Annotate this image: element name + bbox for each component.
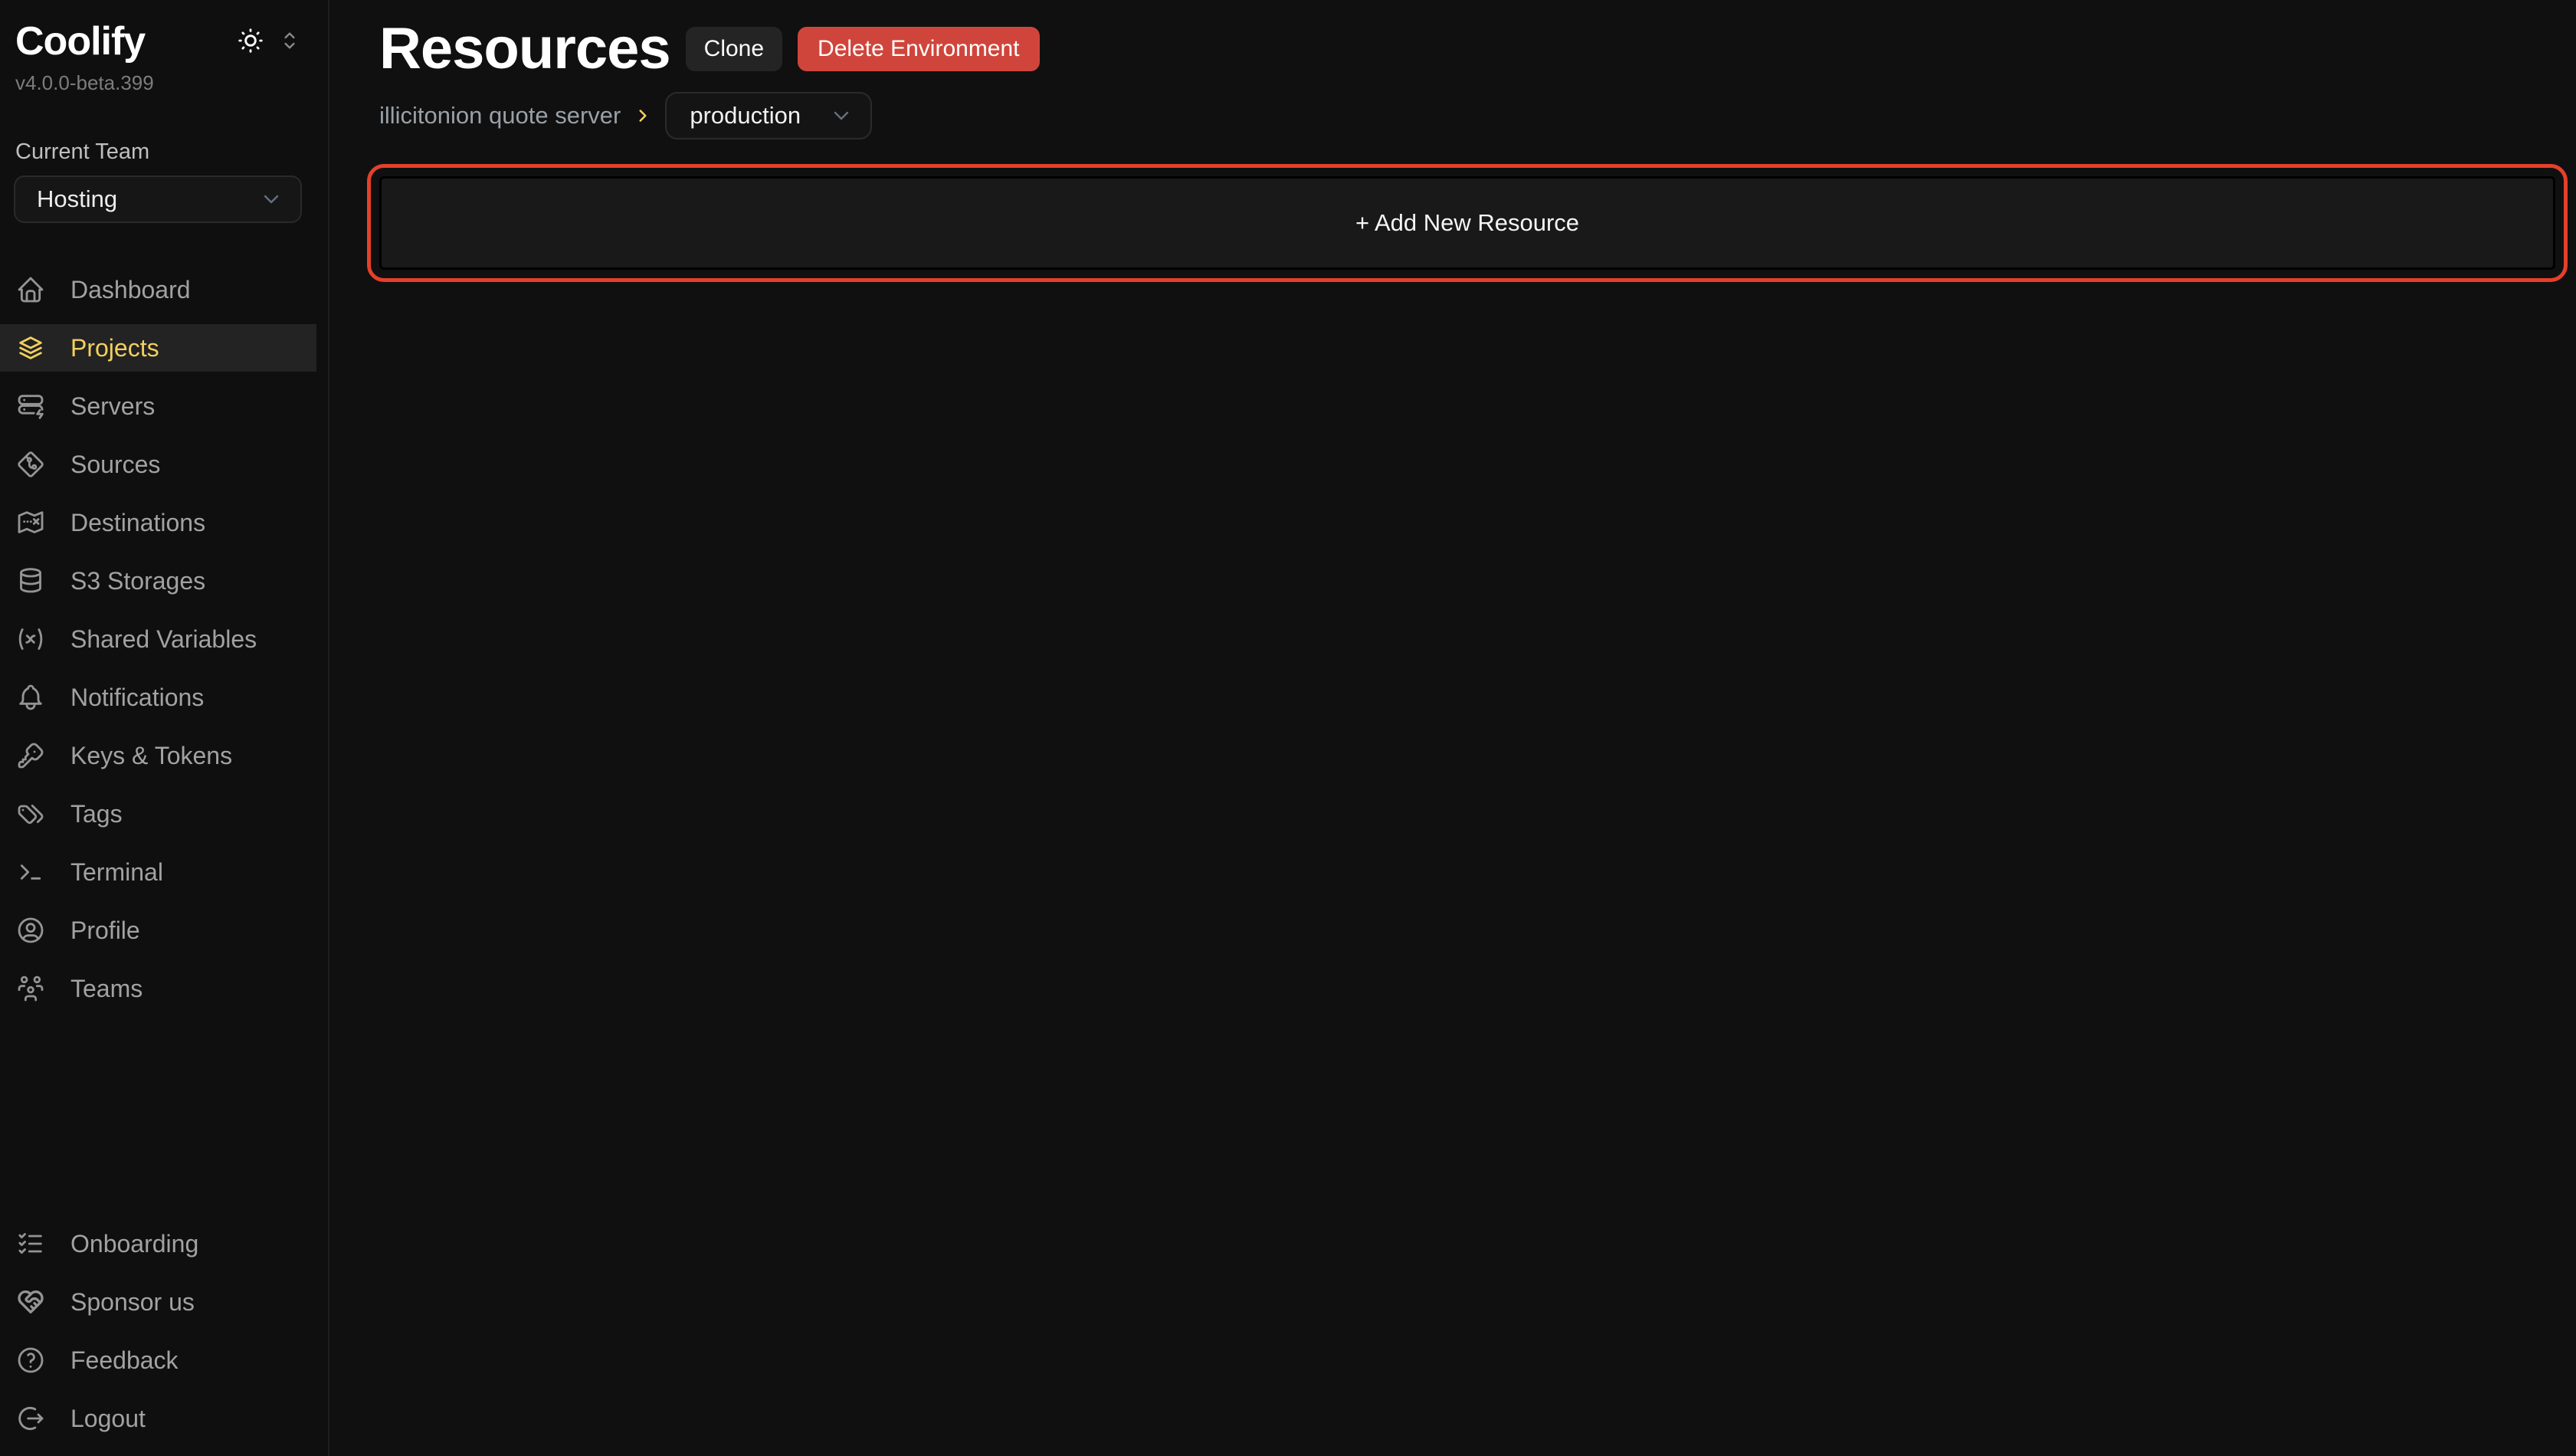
variable-icon <box>15 624 46 654</box>
sidebar-item-feedback[interactable]: Feedback <box>0 1336 316 1384</box>
sidebar-item-projects[interactable]: Projects <box>0 324 316 372</box>
sidebar-item-sponsor-us[interactable]: Sponsor us <box>0 1278 316 1326</box>
sidebar-footer-nav: Onboarding Sponsor us Feedback Logout <box>0 1220 328 1453</box>
users-group-icon <box>15 973 46 1004</box>
app-version: v4.0.0-beta.399 <box>0 64 328 95</box>
sidebar-item-label: Destinations <box>70 509 205 537</box>
help-circle-icon <box>15 1345 46 1376</box>
sidebar-item-label: Tags <box>70 800 123 828</box>
current-team-label: Current Team <box>0 95 328 165</box>
sidebar-spacer <box>0 1023 328 1220</box>
heart-handshake-icon <box>15 1287 46 1317</box>
tags-icon <box>15 799 46 829</box>
sidebar-item-sources[interactable]: Sources <box>0 441 316 488</box>
sidebar-header-icons <box>236 26 302 55</box>
delete-environment-button[interactable]: Delete Environment <box>798 27 1039 71</box>
sidebar-item-label: Sponsor us <box>70 1288 195 1317</box>
logout-icon <box>15 1403 46 1434</box>
terminal-icon <box>15 857 46 887</box>
breadcrumb: illicitonion quote server production <box>379 92 2555 139</box>
sidebar-item-terminal[interactable]: Terminal <box>0 848 316 896</box>
sidebar-item-keys-tokens[interactable]: Keys & Tokens <box>0 732 316 779</box>
sidebar-item-logout[interactable]: Logout <box>0 1395 316 1442</box>
sidebar-item-destinations[interactable]: Destinations <box>0 499 316 546</box>
sidebar-item-label: Feedback <box>70 1346 179 1375</box>
clone-button[interactable]: Clone <box>686 27 782 71</box>
sidebar-item-label: Terminal <box>70 858 163 887</box>
server-bolt-icon <box>15 391 46 421</box>
database-icon <box>15 566 46 596</box>
sidebar-item-label: Projects <box>70 334 159 362</box>
selector-chevrons-icon[interactable] <box>277 28 302 53</box>
team-select[interactable]: Hosting <box>14 175 302 223</box>
sidebar-item-label: Sources <box>70 451 160 479</box>
page-header: Resources Clone Delete Environment <box>379 26 2555 72</box>
chevron-right-icon <box>633 106 653 126</box>
sidebar-item-tags[interactable]: Tags <box>0 790 316 838</box>
sidebar-item-label: Onboarding <box>70 1230 198 1258</box>
chevron-down-icon <box>829 103 854 128</box>
environment-select[interactable]: production <box>665 92 872 139</box>
chevron-down-icon <box>259 187 283 212</box>
home-icon <box>15 274 46 305</box>
sidebar-item-servers[interactable]: Servers <box>0 382 316 430</box>
environment-select-value: production <box>690 102 801 130</box>
list-check-icon <box>15 1228 46 1259</box>
sidebar-item-label: S3 Storages <box>70 567 205 595</box>
sidebar-item-dashboard[interactable]: Dashboard <box>0 266 316 313</box>
sidebar-item-onboarding[interactable]: Onboarding <box>0 1220 316 1267</box>
page-title: Resources <box>379 27 670 71</box>
sidebar-item-label: Servers <box>70 392 155 421</box>
sidebar-item-teams[interactable]: Teams <box>0 965 316 1012</box>
sidebar-item-label: Dashboard <box>70 276 191 304</box>
sidebar-item-label: Keys & Tokens <box>70 742 232 770</box>
main-content: Resources Clone Delete Environment illic… <box>329 0 2576 1456</box>
sidebar-item-shared-variables[interactable]: Shared Variables <box>0 615 316 663</box>
breadcrumb-project-link[interactable]: illicitonion quote server <box>379 102 621 130</box>
bell-icon <box>15 682 46 713</box>
sidebar-item-label: Notifications <box>70 684 204 712</box>
sidebar-item-profile[interactable]: Profile <box>0 907 316 954</box>
sidebar-item-label: Shared Variables <box>70 625 257 654</box>
sidebar-item-label: Logout <box>70 1405 146 1433</box>
sidebar-item-label: Profile <box>70 917 140 945</box>
team-select-value: Hosting <box>37 185 117 213</box>
git-icon <box>15 449 46 480</box>
add-new-resource-button[interactable]: + Add New Resource <box>379 176 2555 270</box>
sidebar-nav: Dashboard Projects Servers Sources Destinati… <box>0 266 328 1023</box>
sidebar-item-s3-storages[interactable]: S3 Storages <box>0 557 316 605</box>
stack-icon <box>15 333 46 363</box>
sidebar-header: Coolify <box>0 0 328 64</box>
user-circle-icon <box>15 915 46 946</box>
sidebar-item-notifications[interactable]: Notifications <box>0 674 316 721</box>
key-icon <box>15 740 46 771</box>
map-x-icon <box>15 507 46 538</box>
sidebar-item-label: Teams <box>70 975 143 1003</box>
sidebar: Coolify v4.0.0-beta.399 Current Team Hos… <box>0 0 329 1456</box>
theme-sun-icon[interactable] <box>236 26 265 55</box>
app-logo: Coolify <box>15 20 145 64</box>
